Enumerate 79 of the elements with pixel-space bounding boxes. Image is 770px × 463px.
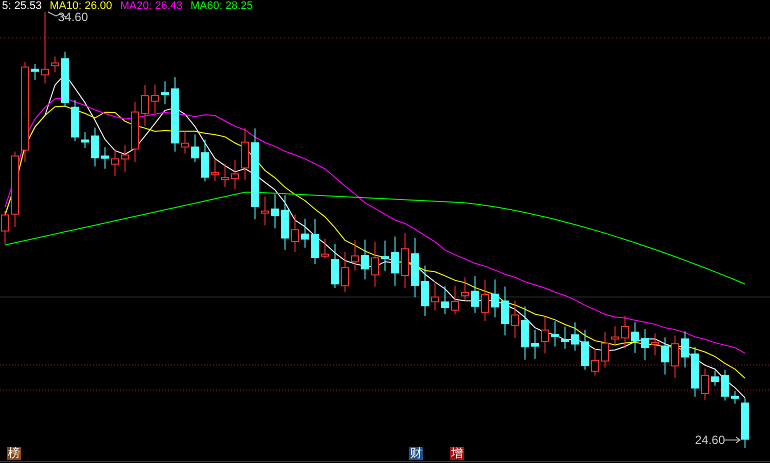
candlestick [661,336,669,375]
candlestick [241,128,249,180]
candlestick [671,335,679,378]
tag-label[interactable]: 榜 [7,447,21,460]
candlestick [131,101,139,163]
candlestick [391,236,399,286]
candlestick [491,279,499,318]
candlestick [481,279,489,322]
candlestick [31,63,39,81]
candlestick [641,328,649,361]
candlestick [141,84,149,127]
candlestick [421,265,429,317]
legend-label: MA10: 26.00 [50,0,112,12]
candlestick [191,134,199,162]
candlestick [701,368,709,401]
candlestick [471,276,479,314]
candlestick [341,251,349,293]
candlestick [741,398,749,448]
candlestick [721,369,729,401]
candlestick [271,194,279,229]
candlestick [511,300,519,339]
candlestick [501,286,509,336]
price-label: 24.60 [695,433,726,447]
candlestick [541,316,549,354]
candlestick [51,56,59,73]
candlestick [61,51,69,108]
candlestick [231,160,239,190]
candlestick [631,322,639,354]
candlestick [461,276,469,300]
candlestick [691,346,699,398]
candlestick [581,329,589,370]
candlestick [611,326,619,346]
candlestick [381,240,389,272]
candlestick [151,84,159,114]
tag-label[interactable]: 增 [450,447,464,460]
price-label: 34.60 [58,10,88,24]
candlestick [431,280,439,311]
candlestick [111,149,119,177]
candlestick [311,218,319,265]
candlestick [551,320,559,347]
candlestick [121,144,129,172]
candlestick [651,332,659,356]
candlestick [731,390,739,404]
candlestick [281,194,289,250]
candlestick [571,322,579,352]
candlestick [411,237,419,298]
candlestick [521,306,529,360]
candlestick [71,99,79,142]
candlestick [561,326,569,350]
legend-label: MA60: 28.25 [190,0,253,12]
candlestick [211,158,219,182]
tag-label[interactable]: 财 [409,447,423,460]
candlestick [371,241,379,288]
candlestick [321,238,329,259]
candlestick [401,232,409,289]
candlestick [711,370,719,386]
candlestick [201,139,209,182]
candlestick [261,196,269,226]
legend-label: MA20: 26.43 [120,0,183,12]
candlestick [441,286,449,315]
arrow-icon [724,436,741,444]
candlestick [531,329,539,360]
candlestick [621,316,629,349]
candlestick [301,218,309,248]
candlestick [451,285,459,315]
candlestick [181,130,189,154]
candlestick [351,240,359,271]
candlestick [331,243,339,289]
candlestick [221,164,229,188]
candlestick [91,127,99,167]
legend-label: 5: 25.53 [2,0,42,12]
candlestick [681,330,689,368]
candlestick [291,214,299,252]
candlestick [161,80,169,105]
candlestick [361,239,369,280]
candlestick [591,348,599,376]
candlestick [601,331,609,368]
candlestick [81,132,89,149]
candlestick [101,146,109,170]
